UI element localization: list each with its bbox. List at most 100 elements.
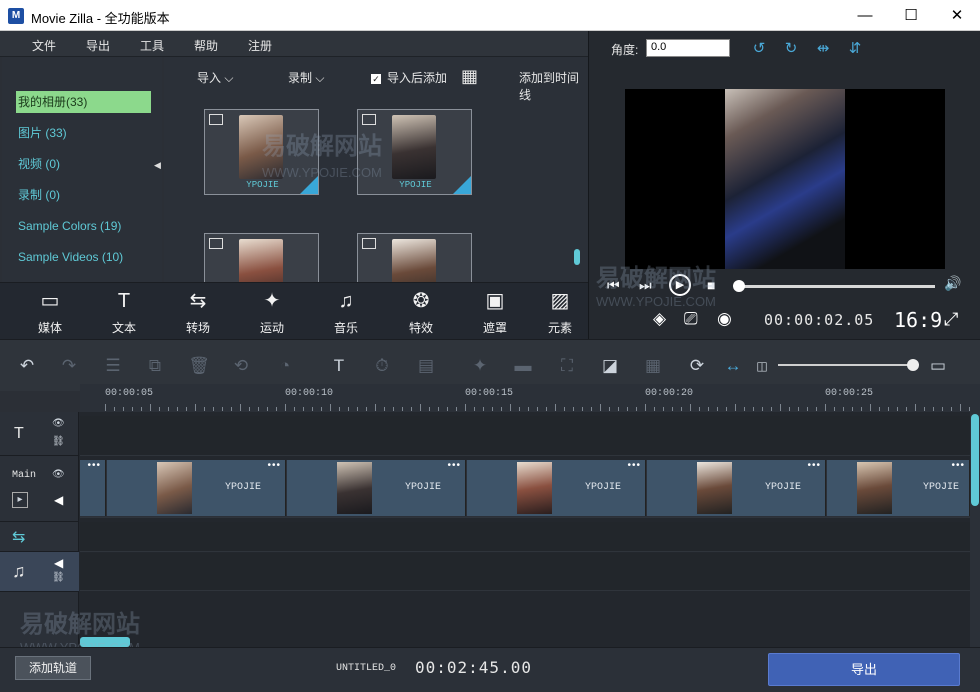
tool-transition[interactable]: ⇆ 转场: [161, 283, 235, 340]
flip-vertical-icon[interactable]: ⇵: [845, 39, 865, 57]
export-button[interactable]: 导出: [768, 653, 960, 686]
motion-tool-icon[interactable]: ✦: [468, 354, 492, 378]
speaker-icon[interactable]: ◀: [54, 556, 63, 570]
aspect-ratio[interactable]: 16:9: [894, 308, 942, 332]
grid-view-icon[interactable]: ▦: [461, 66, 478, 87]
add-track-button[interactable]: 添加轨道: [15, 656, 91, 680]
fit-timeline-icon[interactable]: ↔: [721, 354, 745, 378]
menu-file[interactable]: 文件: [32, 37, 56, 54]
media-thumb[interactable]: [357, 233, 472, 282]
add-to-timeline-button[interactable]: 添加到时间线: [519, 69, 588, 103]
ruler-tick: [456, 407, 457, 411]
redo-icon[interactable]: ↷: [57, 354, 81, 378]
video-clip[interactable]: YPOJIE •••: [827, 460, 970, 516]
eye-icon[interactable]: 👁: [52, 418, 65, 429]
text-tool-icon[interactable]: T: [327, 354, 351, 378]
clip-menu-icon[interactable]: •••: [951, 460, 965, 471]
media-thumb[interactable]: [204, 233, 319, 282]
refresh-icon[interactable]: ⟳: [685, 354, 709, 378]
seek-bar[interactable]: [739, 285, 935, 288]
vertical-scroll-thumb[interactable]: [971, 414, 979, 506]
sidebar-item-videos[interactable]: 视频 (0): [16, 153, 60, 175]
camera-record-icon[interactable]: ⎚: [684, 309, 698, 329]
clip-menu-icon[interactable]: •••: [627, 460, 641, 471]
sidebar-item-sample-videos[interactable]: Sample Videos (10): [16, 246, 123, 268]
fill-color-icon[interactable]: ◈: [653, 309, 666, 329]
undo-icon[interactable]: ↶: [15, 354, 39, 378]
sidebar-item-my-album[interactable]: 我的相册(33): [16, 91, 151, 113]
clip-menu-icon[interactable]: •••: [807, 460, 821, 471]
screen-icon[interactable]: ▬: [511, 354, 535, 378]
crop-icon[interactable]: ⛶: [555, 354, 579, 378]
tool-mask[interactable]: ▣ 遮罩: [458, 283, 532, 340]
sidebar-item-pictures[interactable]: 图片 (33): [16, 122, 67, 144]
tool-music[interactable]: ♫ 音乐: [309, 283, 383, 340]
mosaic-icon[interactable]: ◪: [598, 354, 622, 378]
clip-label: YPOJIE: [765, 482, 802, 493]
tool-text[interactable]: T 文本: [87, 283, 161, 340]
collapse-sidebar-icon[interactable]: ◀: [154, 160, 164, 180]
music-track-lane[interactable]: [80, 553, 970, 591]
pixelate-icon[interactable]: ▦: [641, 354, 665, 378]
close-button[interactable]: ✕: [934, 0, 980, 31]
tool-elements[interactable]: ▨ 元素: [532, 283, 588, 340]
transition-track-lane[interactable]: [80, 522, 970, 552]
checkbox-icon[interactable]: ✓: [371, 73, 381, 84]
menu-export[interactable]: 导出: [86, 37, 110, 54]
eye-icon[interactable]: 👁: [52, 469, 65, 480]
video-clip[interactable]: YPOJIE •••: [107, 460, 286, 516]
library-scrollbar[interactable]: [574, 249, 580, 265]
menu-help[interactable]: 帮助: [194, 37, 218, 54]
adjust-icon[interactable]: ☰: [101, 354, 125, 378]
speed-icon[interactable]: ◔: [273, 354, 297, 378]
fullscreen-icon[interactable]: ⤢: [944, 309, 958, 330]
video-clip[interactable]: YPOJIE •••: [467, 460, 646, 516]
angle-input[interactable]: 0.0: [646, 39, 730, 57]
watermark: 易破解网站: [262, 133, 382, 160]
import-dropdown[interactable]: 导入 ⌵: [197, 69, 233, 86]
split-icon[interactable]: ▤: [414, 354, 438, 378]
volume-icon[interactable]: 🔊: [944, 275, 961, 292]
tool-motion[interactable]: ✦ 运动: [235, 283, 309, 340]
menu-register[interactable]: 注册: [248, 37, 272, 54]
zoom-slider[interactable]: [778, 364, 918, 366]
video-clip[interactable]: YPOJIE •••: [647, 460, 826, 516]
copy-icon[interactable]: ⧉: [143, 354, 167, 378]
text-track-lane[interactable]: [80, 416, 970, 456]
video-clip[interactable]: YPOJIE •••: [287, 460, 466, 516]
snapshot-icon[interactable]: ◉: [717, 309, 732, 329]
rotate-right-icon[interactable]: ↻: [781, 39, 801, 57]
zoom-out-icon[interactable]: ◫: [750, 354, 774, 378]
record-dropdown[interactable]: 录制 ⌵: [288, 69, 324, 86]
flip-horizontal-icon[interactable]: ⇹: [813, 39, 833, 57]
tool-label: 媒体: [37, 321, 62, 335]
minimize-button[interactable]: —: [842, 0, 888, 31]
tool-effects[interactable]: ❂ 特效: [384, 283, 458, 340]
rotate-left-icon[interactable]: ↺: [749, 39, 769, 57]
video-clip[interactable]: •••: [80, 460, 106, 516]
delete-icon[interactable]: 🗑: [187, 354, 211, 378]
ruler-tick: [429, 407, 430, 411]
link-icon[interactable]: ⛓: [52, 436, 65, 447]
text-icon: T: [117, 290, 131, 312]
clip-menu-icon[interactable]: •••: [447, 460, 461, 471]
rotate-icon[interactable]: ⟲: [229, 354, 253, 378]
time-ruler[interactable]: 00:00:05 00:00:10 00:00:15 00:00:20 00:0…: [80, 384, 980, 412]
sidebar-item-recordings[interactable]: 录制 (0): [16, 184, 60, 206]
clip-menu-icon[interactable]: •••: [87, 460, 101, 471]
ruler-tick: [546, 407, 547, 411]
maximize-button[interactable]: ☐: [888, 0, 934, 31]
zoom-handle[interactable]: [907, 359, 919, 371]
link-icon[interactable]: ⛓: [52, 572, 65, 583]
clip-menu-icon[interactable]: •••: [267, 460, 281, 471]
sidebar-item-sample-colors[interactable]: Sample Colors (19): [16, 215, 121, 237]
duration-icon[interactable]: ⏱: [370, 354, 394, 378]
menu-tools[interactable]: 工具: [140, 37, 164, 54]
play-track-icon[interactable]: ▸: [12, 492, 28, 508]
main-track-lane[interactable]: ••• YPOJIE ••• YPOJIE ••• YPOJIE ••• YPO…: [80, 460, 970, 518]
speaker-icon[interactable]: ◀: [54, 493, 63, 507]
seek-handle[interactable]: [733, 280, 745, 292]
zoom-in-icon[interactable]: ▭: [926, 354, 950, 378]
add-after-import-toggle[interactable]: ✓ 导入后添加: [371, 69, 447, 86]
tool-media[interactable]: ▭ 媒体: [13, 283, 87, 340]
